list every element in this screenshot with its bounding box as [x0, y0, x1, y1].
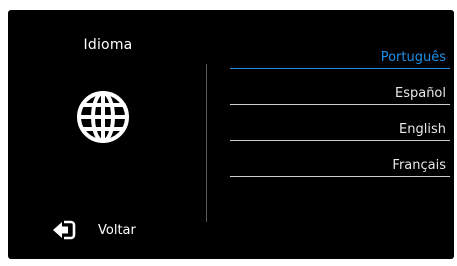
- language-label: Français: [392, 158, 446, 173]
- language-label: English: [399, 122, 446, 137]
- language-option-espanol[interactable]: Español: [230, 69, 450, 105]
- back-button[interactable]: Voltar: [52, 217, 136, 243]
- language-option-portugues[interactable]: Português: [230, 33, 450, 69]
- language-underline: [230, 176, 450, 177]
- vertical-divider: [206, 64, 207, 222]
- language-option-francais[interactable]: Français: [230, 141, 450, 177]
- language-list: Português Español English Français: [230, 33, 450, 177]
- back-arrow-icon: [53, 220, 76, 240]
- globe-icon: [77, 91, 129, 143]
- language-label: Português: [380, 50, 446, 65]
- language-label: Español: [394, 86, 446, 101]
- language-screen: Idioma Voltar Português Español English: [8, 10, 454, 259]
- page-title: Idioma: [83, 37, 133, 53]
- language-option-english[interactable]: English: [230, 105, 450, 141]
- back-label: Voltar: [98, 222, 136, 238]
